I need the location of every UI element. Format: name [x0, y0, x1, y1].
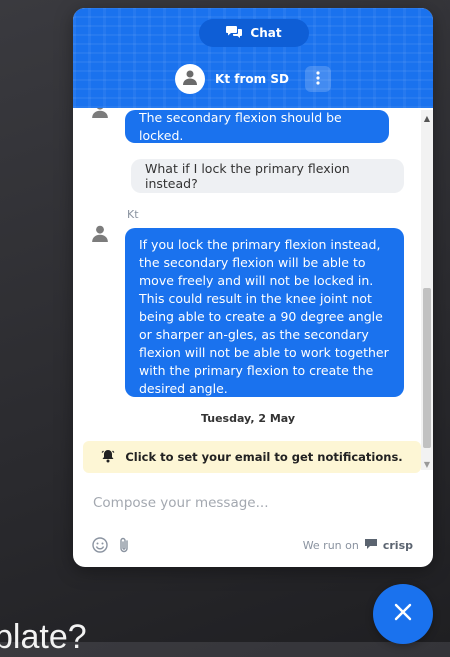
chat-header: Chat Kt from SD [73, 8, 433, 108]
more-options-button[interactable] [304, 66, 331, 92]
user-avatar-icon [182, 69, 198, 89]
user-message: What if I lock the primary flexion inste… [131, 159, 404, 193]
chat-tab[interactable]: Chat [199, 19, 309, 47]
emoji-icon[interactable] [92, 537, 108, 557]
agent-name: Kt from SD [215, 72, 289, 86]
operator-avatar-icon [91, 224, 109, 242]
scroll-up-arrow-icon[interactable]: ▲ [421, 114, 433, 123]
paperclip-icon[interactable] [118, 537, 130, 557]
chat-widget: Chat Kt from SD The secondary flexion sh… [73, 8, 433, 567]
scrollbar-thumb[interactable] [423, 288, 431, 448]
compose-input[interactable] [93, 492, 413, 514]
notification-banner-text: Click to set your email to get notificat… [125, 450, 403, 464]
powered-by-label: We run on [302, 539, 359, 552]
email-notification-banner[interactable]: Click to set your email to get notificat… [83, 441, 421, 473]
composer-tools [92, 537, 130, 557]
bell-icon [101, 449, 115, 466]
message-scrollbar[interactable]: ▲ ▼ [421, 110, 433, 470]
close-icon [394, 603, 412, 625]
operator-avatar-icon [91, 108, 109, 118]
date-separator: Tuesday, 2 May [200, 412, 296, 425]
background-partial-text: plate? [0, 618, 87, 656]
agent-row: Kt from SD [73, 63, 433, 95]
agent-avatar [175, 64, 206, 94]
crisp-logo-icon [364, 538, 378, 553]
close-chat-button[interactable] [373, 584, 433, 644]
operator-author-label: Kt [127, 208, 139, 221]
chat-tab-label: Chat [250, 26, 282, 40]
powered-by-crisp[interactable]: We run on crisp [303, 538, 413, 553]
chat-bubbles-icon [226, 25, 243, 41]
scroll-down-arrow-icon[interactable]: ▼ [421, 460, 433, 469]
message-list: The secondary flexion should be locked. … [73, 108, 423, 448]
crisp-brand-name: crisp [382, 539, 413, 552]
more-vertical-icon [316, 70, 320, 89]
operator-message: If you lock the primary flexion instead,… [125, 228, 404, 397]
operator-message: The secondary flexion should be locked. [125, 110, 389, 143]
